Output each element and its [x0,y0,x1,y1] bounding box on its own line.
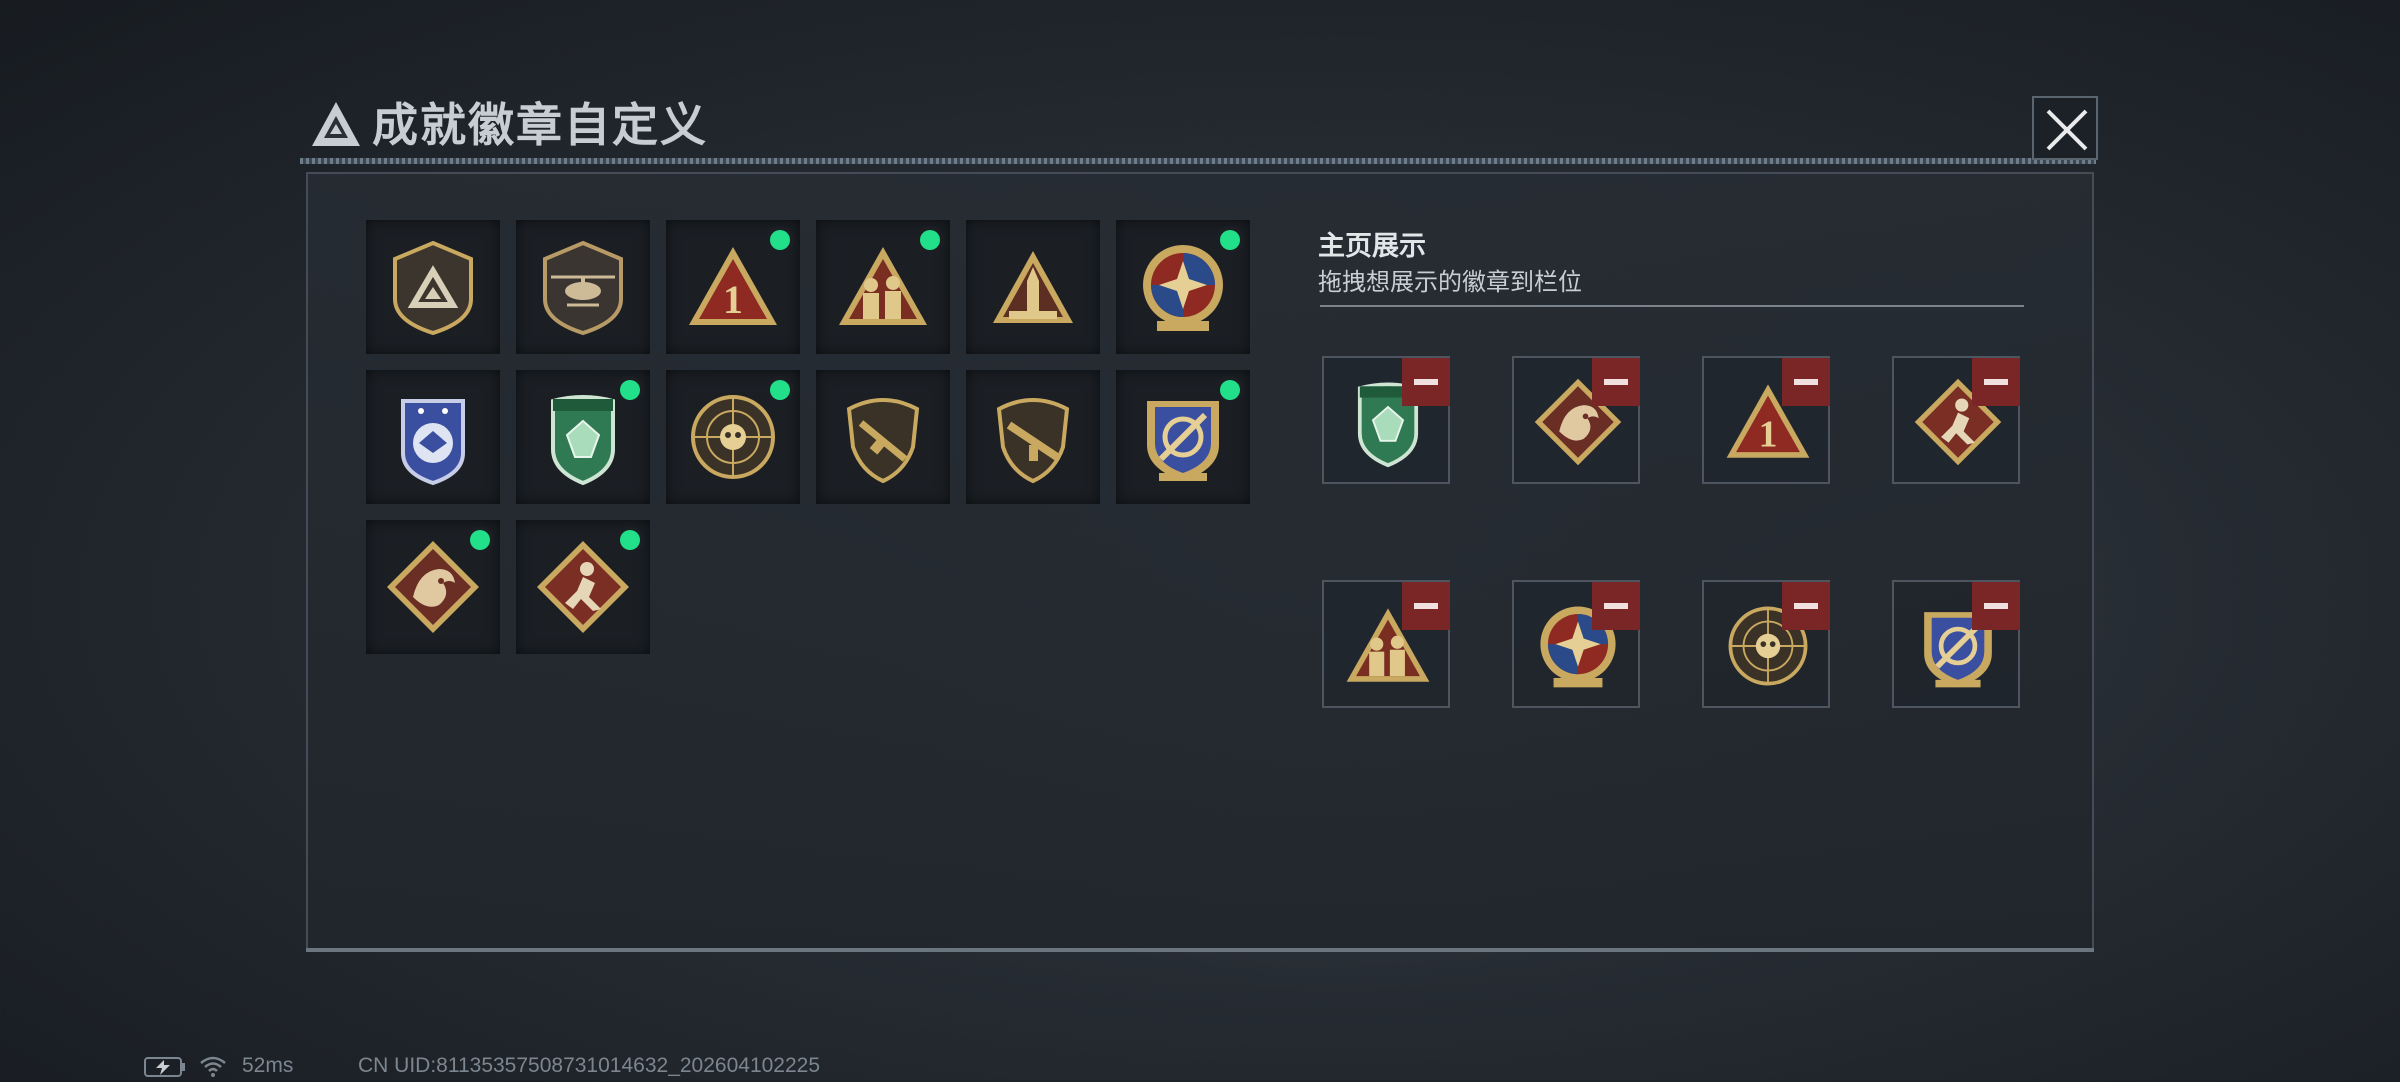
showcase-slot-6[interactable] [1512,580,1640,708]
inventory-badge-dragon[interactable] [366,520,500,654]
inventory-badge-skull-crosshair[interactable] [666,370,800,504]
showcase-slot-3[interactable]: 1 [1702,356,1830,484]
showcase-slot-1[interactable] [1322,356,1450,484]
remove-slot-button[interactable] [1402,358,1450,406]
soldiers-triangle-badge-icon [839,247,927,325]
new-indicator-dot [766,376,794,404]
inventory-badge-green-gem[interactable] [516,370,650,504]
inventory-badge-star-compass[interactable] [1116,220,1250,354]
inventory-badge-rifle[interactable] [816,370,950,504]
inventory-badge-helicopter[interactable] [516,220,650,354]
showcase-slot-8[interactable] [1892,580,2020,708]
blue-eagle-shield-badge-icon [401,399,465,486]
skull-crosshair-badge-icon [691,395,775,479]
new-indicator-dot [616,526,644,554]
close-icon [2046,109,2088,151]
new-indicator-dot [466,526,494,554]
dragon-diamond-badge-icon [387,541,479,633]
crossed-swords-shield-badge-icon [1147,401,1219,481]
showcase-title: 主页展示 [1318,231,1426,261]
inventory-badge-soldiers[interactable] [816,220,950,354]
wifi-icon [200,1056,226,1077]
dialog-title-bar: 成就徽章自定义 [300,92,2096,164]
new-indicator-dot [916,226,944,254]
inventory-badge-blue-eagle[interactable] [366,370,500,504]
triangle-logo-icon [312,102,360,146]
title-divider [300,158,2096,164]
showcase-slot-2[interactable] [1512,356,1640,484]
green-gem-shield-badge-icon [551,395,615,486]
dialog-title: 成就徽章自定义 [372,99,708,151]
inventory-badge-rocket[interactable] [966,220,1100,354]
remove-slot-button[interactable] [1592,358,1640,406]
star-compass-medal-badge-icon [1143,245,1223,331]
ping-text: 52ms [242,1054,294,1077]
new-indicator-dot [1216,226,1244,254]
uid-text: CN UID:81135357508731014632_202604102225 [358,1054,821,1077]
remove-slot-button[interactable] [1402,582,1450,630]
showcase-slot-7[interactable] [1702,580,1830,708]
number-one-triangle-badge-icon: 1 [689,247,777,325]
inventory-badge-triangle-logo[interactable] [366,220,500,354]
new-indicator-dot [1216,376,1244,404]
remove-slot-button[interactable] [1972,358,2020,406]
panel-bottom-edge [306,948,2094,952]
assault-rifle-shield-badge-icon [996,398,1070,484]
inventory-badge-assault-rifle[interactable] [966,370,1100,504]
rifle-shield-badge-icon [846,398,920,484]
runner-diamond-badge-icon [537,541,629,633]
svg-text:1: 1 [1759,414,1778,455]
remove-slot-button[interactable] [1782,358,1830,406]
showcase-divider [1320,305,2024,307]
showcase-subtitle: 拖拽想展示的徽章到栏位 [1318,269,1582,296]
helicopter-shield-badge-icon [543,240,623,336]
remove-slot-button[interactable] [1782,582,1830,630]
remove-slot-button[interactable] [1592,582,1640,630]
svg-text:1: 1 [723,277,743,322]
inventory-badge-number-one[interactable]: 1 [666,220,800,354]
showcase-slot-5[interactable] [1322,580,1450,708]
remove-slot-button[interactable] [1972,582,2020,630]
showcase-slot-4[interactable] [1892,356,2020,484]
close-button[interactable] [2032,96,2098,160]
new-indicator-dot [766,226,794,254]
inventory-badge-runner[interactable] [516,520,650,654]
triangle-logo-shield-badge-icon [393,240,473,336]
inventory-badge-crossed-swords[interactable] [1116,370,1250,504]
new-indicator-dot [616,376,644,404]
rocket-triangle-badge-icon [993,251,1073,323]
battery-charging-icon [144,1057,185,1077]
